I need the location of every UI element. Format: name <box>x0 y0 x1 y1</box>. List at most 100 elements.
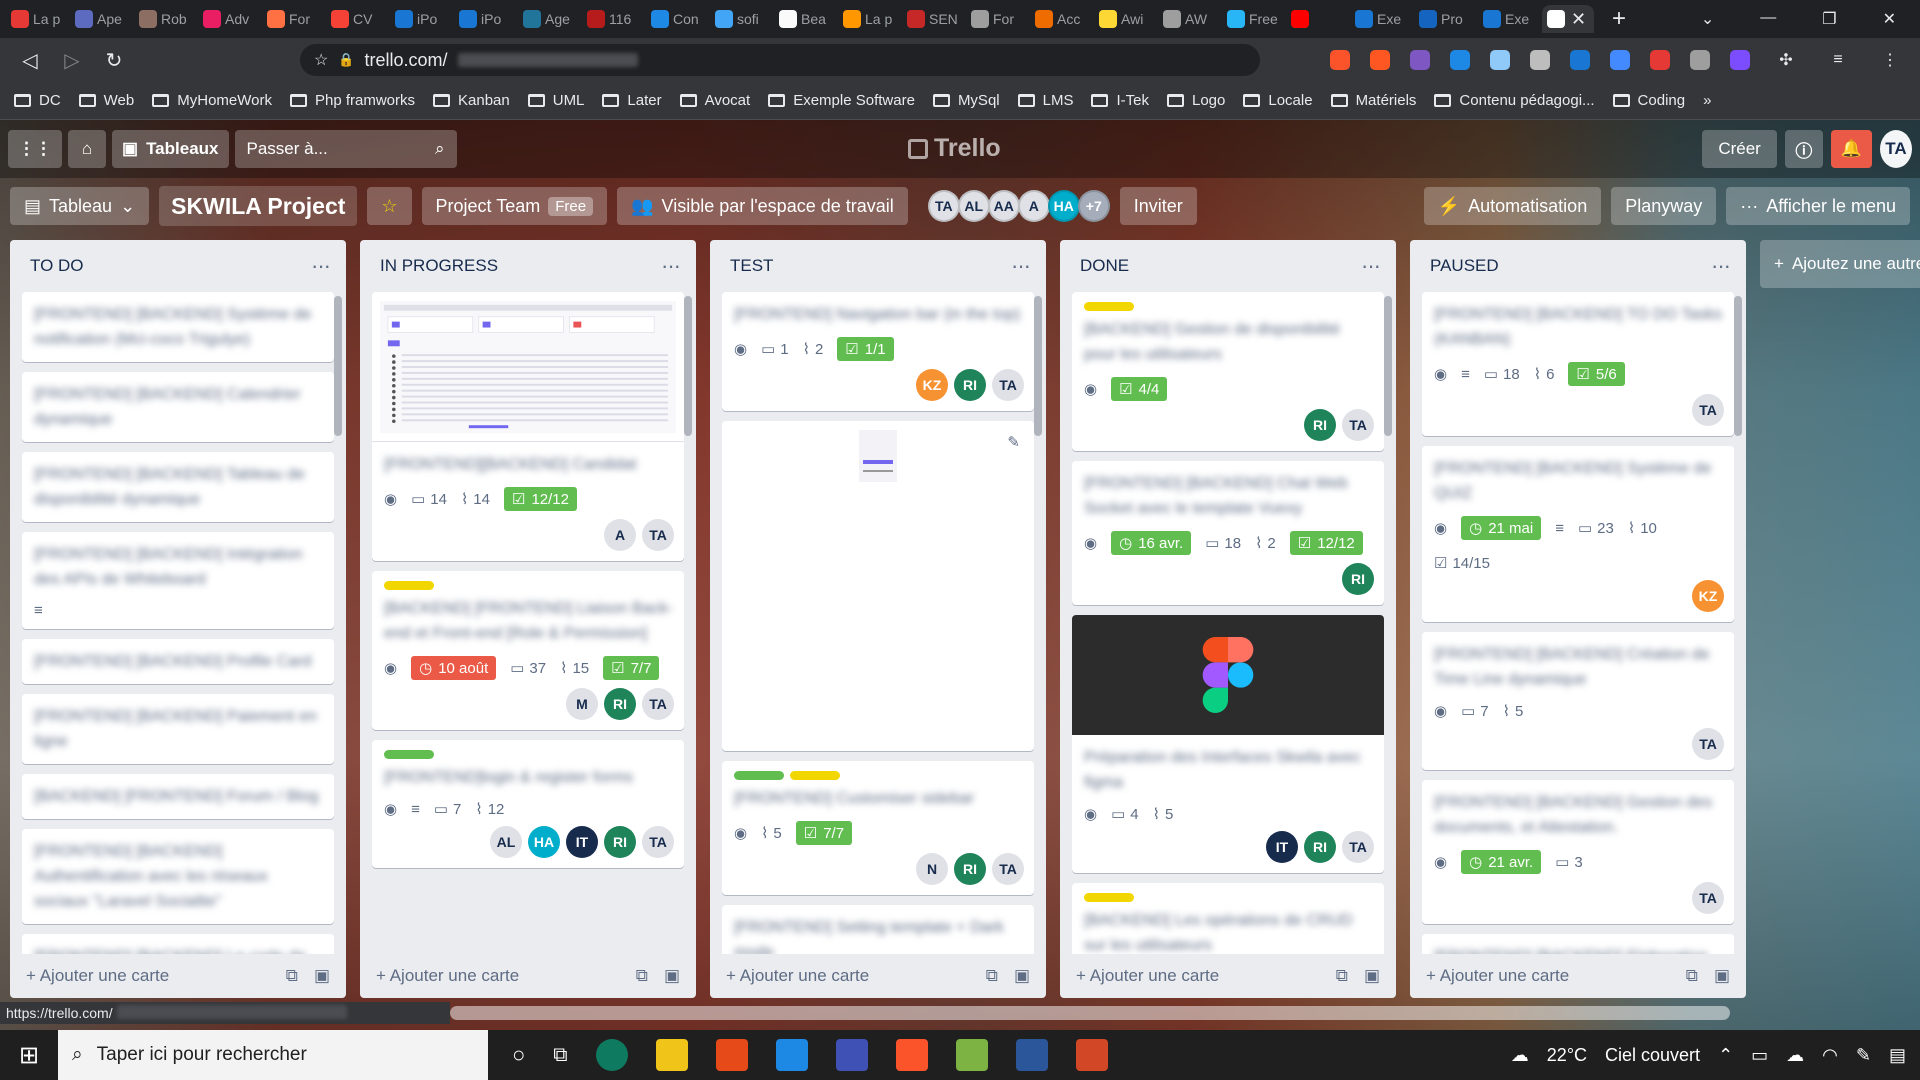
member-avatar[interactable]: RI <box>604 688 636 720</box>
list-menu-icon[interactable]: ··· <box>661 253 681 279</box>
browser-tab[interactable]: Bea <box>774 5 834 33</box>
card-label[interactable] <box>734 771 784 780</box>
list-menu-icon[interactable]: ··· <box>1011 253 1031 279</box>
card-template-icon[interactable]: ⧉ <box>636 966 648 986</box>
close-window-icon[interactable]: ✕ <box>1883 9 1896 29</box>
file-explorer-icon[interactable] <box>655 1039 688 1071</box>
brave-rewards-icon[interactable] <box>1370 50 1390 70</box>
card[interactable]: [BACKEND] Gestion de disponibilité pour … <box>1072 292 1384 451</box>
kebab-menu-icon[interactable]: ⋮ <box>1874 50 1906 70</box>
onedrive-icon[interactable]: ☁ <box>1786 1045 1804 1066</box>
card[interactable]: [FRONTEND] Navigation bar (in the top) ◉ ▭… <box>722 292 1034 411</box>
add-card-button[interactable]: + Ajouter une carte <box>376 966 519 986</box>
more-bookmarks-icon[interactable]: » <box>1703 92 1711 109</box>
extension-icon[interactable] <box>1410 50 1430 70</box>
app-icon[interactable] <box>955 1039 988 1071</box>
edge-icon[interactable] <box>595 1039 628 1071</box>
card[interactable]: [FRONTEND] [BACKEND] Elaboration des fac… <box>1422 934 1734 954</box>
weather-text[interactable]: Ciel couvert <box>1605 1045 1700 1066</box>
browser-tab[interactable]: For <box>262 5 322 33</box>
list-header[interactable]: PAUSED ··· <box>1410 240 1746 292</box>
chevron-up-icon[interactable]: ⌃ <box>1718 1045 1733 1066</box>
list-scrollbar[interactable] <box>1734 296 1742 436</box>
notification-center-icon[interactable]: ▤ <box>1889 1045 1906 1066</box>
card[interactable]: [FRONTEND]login & register forms ◉ ≡ ▭ 7 ⌇ 12 A… <box>372 740 684 868</box>
brave-shield-icon[interactable] <box>1330 50 1350 70</box>
cortana-icon[interactable]: ○ <box>512 1042 525 1068</box>
card-template-icon[interactable]: ⧉ <box>286 966 298 986</box>
member-avatar[interactable]: A <box>604 519 636 551</box>
card[interactable]: [FRONTEND] [BACKEND] Paiement en ligne <box>22 694 334 764</box>
browser-tab[interactable]: Acc <box>1030 5 1090 33</box>
task-view-icon[interactable]: ⧉ <box>553 1044 567 1067</box>
card[interactable]: [FRONTEND] Setting template + Dark mode◉… <box>722 905 1034 954</box>
browser-tab[interactable]: iPo <box>390 5 450 33</box>
card[interactable]: [FRONTEND][BACKEND] Candidat ◉ ▭ 14 ⌇ 14 ☑ 12/1… <box>372 292 684 561</box>
weather-cloud-icon[interactable]: ☁ <box>1511 1045 1529 1066</box>
bookmark-folder[interactable]: I-Tek <box>1091 92 1149 109</box>
puzzle-icon[interactable]: ✣ <box>1770 50 1802 70</box>
card-label[interactable] <box>790 771 840 780</box>
member-avatar[interactable]: TA <box>642 688 674 720</box>
list-scrollbar[interactable] <box>334 296 342 436</box>
browser-tab[interactable]: Ape <box>70 5 130 33</box>
battery-icon[interactable]: ▭ <box>1751 1045 1768 1066</box>
card-label[interactable] <box>384 750 434 759</box>
invite-button[interactable]: Inviter <box>1119 187 1197 225</box>
word-icon[interactable] <box>1015 1039 1048 1071</box>
card[interactable]: [FRONTEND] [BACKEND] Tableau de disponib… <box>22 452 334 522</box>
member-avatar[interactable]: IT <box>566 826 598 858</box>
card[interactable]: [FRONTEND] [BACKEND] Profile Card <box>22 639 334 684</box>
automation-button[interactable]: ⚡ Automatisation <box>1423 187 1602 225</box>
trello-logo[interactable]: Trello <box>908 134 1001 163</box>
bookmark-folder[interactable]: MyHomeWork <box>152 92 272 109</box>
card-template-icon[interactable]: ⧉ <box>986 966 998 986</box>
browser-tab[interactable]: Exe <box>1350 5 1410 33</box>
card[interactable]: [BACKEND] [FRONTEND] Liaison Back-end et… <box>372 571 684 730</box>
member-avatar[interactable]: KZ <box>916 369 948 401</box>
planyway-button[interactable]: Planyway <box>1611 187 1717 225</box>
visibility-button[interactable]: 👥 Visible par l'espace de travail <box>617 187 908 225</box>
browser-tab[interactable]: Free <box>1222 5 1282 33</box>
member-avatar[interactable]: AL <box>490 826 522 858</box>
browser-tab[interactable]: CV <box>326 5 386 33</box>
bookmark-folder[interactable]: Php framworks <box>289 92 415 109</box>
edit-pencil-icon[interactable]: ✎ <box>1007 433 1020 451</box>
add-card-button[interactable]: + Ajouter une carte <box>726 966 869 986</box>
list-header[interactable]: TO DO ··· <box>10 240 346 292</box>
browser-tab[interactable]: iPo <box>454 5 514 33</box>
list-menu-icon[interactable]: ··· <box>1711 253 1731 279</box>
member-avatar[interactable]: TA <box>992 369 1024 401</box>
add-card-button[interactable]: + Ajouter une carte <box>1426 966 1569 986</box>
browser-tab[interactable]: sofi <box>710 5 770 33</box>
member-avatar[interactable]: TA <box>1342 409 1374 441</box>
member-avatar[interactable]: TA <box>1692 394 1724 426</box>
card[interactable]: [FRONTEND] [BACKEND] Intégration des API… <box>22 532 334 629</box>
browser-tab[interactable]: 116 <box>582 5 642 33</box>
powerpoint-icon[interactable] <box>1075 1039 1108 1071</box>
member-avatar[interactable]: N <box>916 853 948 885</box>
extension-icon[interactable] <box>1450 50 1470 70</box>
list-menu-icon[interactable]: ··· <box>1361 253 1381 279</box>
extension-icon[interactable] <box>1490 50 1510 70</box>
member-avatar[interactable]: TA <box>1692 728 1724 760</box>
card-label[interactable] <box>1084 893 1134 902</box>
archive-icon[interactable]: ▣ <box>664 966 680 986</box>
card-label[interactable] <box>384 581 434 590</box>
member-avatar[interactable]: RI <box>1304 831 1336 863</box>
member-avatar[interactable]: TA <box>927 190 960 222</box>
extension-icon[interactable] <box>1570 50 1590 70</box>
bookmark-folder[interactable]: UML <box>527 92 584 109</box>
bookmark-folder[interactable]: Exemple Software <box>768 92 915 109</box>
extension-icon[interactable] <box>1730 50 1750 70</box>
member-avatar[interactable]: HA <box>528 826 560 858</box>
member-avatar[interactable]: KZ <box>1692 580 1724 612</box>
list-menu-icon[interactable]: ··· <box>311 253 331 279</box>
more-members-badge[interactable]: +7 <box>1077 190 1110 222</box>
info-icon[interactable]: ⓘ <box>1784 130 1823 168</box>
address-bar[interactable]: ☆ 🔒 trello.com/ <box>300 44 1260 76</box>
card[interactable]: [FRONTEND] Customiser sidebar ◉ ⌇ 5 ☑ 7/7 N RI T… <box>722 761 1034 895</box>
member-avatar[interactable]: M <box>566 688 598 720</box>
list-scrollbar[interactable] <box>684 296 692 436</box>
bookmark-folder[interactable]: MySql <box>932 92 1000 109</box>
